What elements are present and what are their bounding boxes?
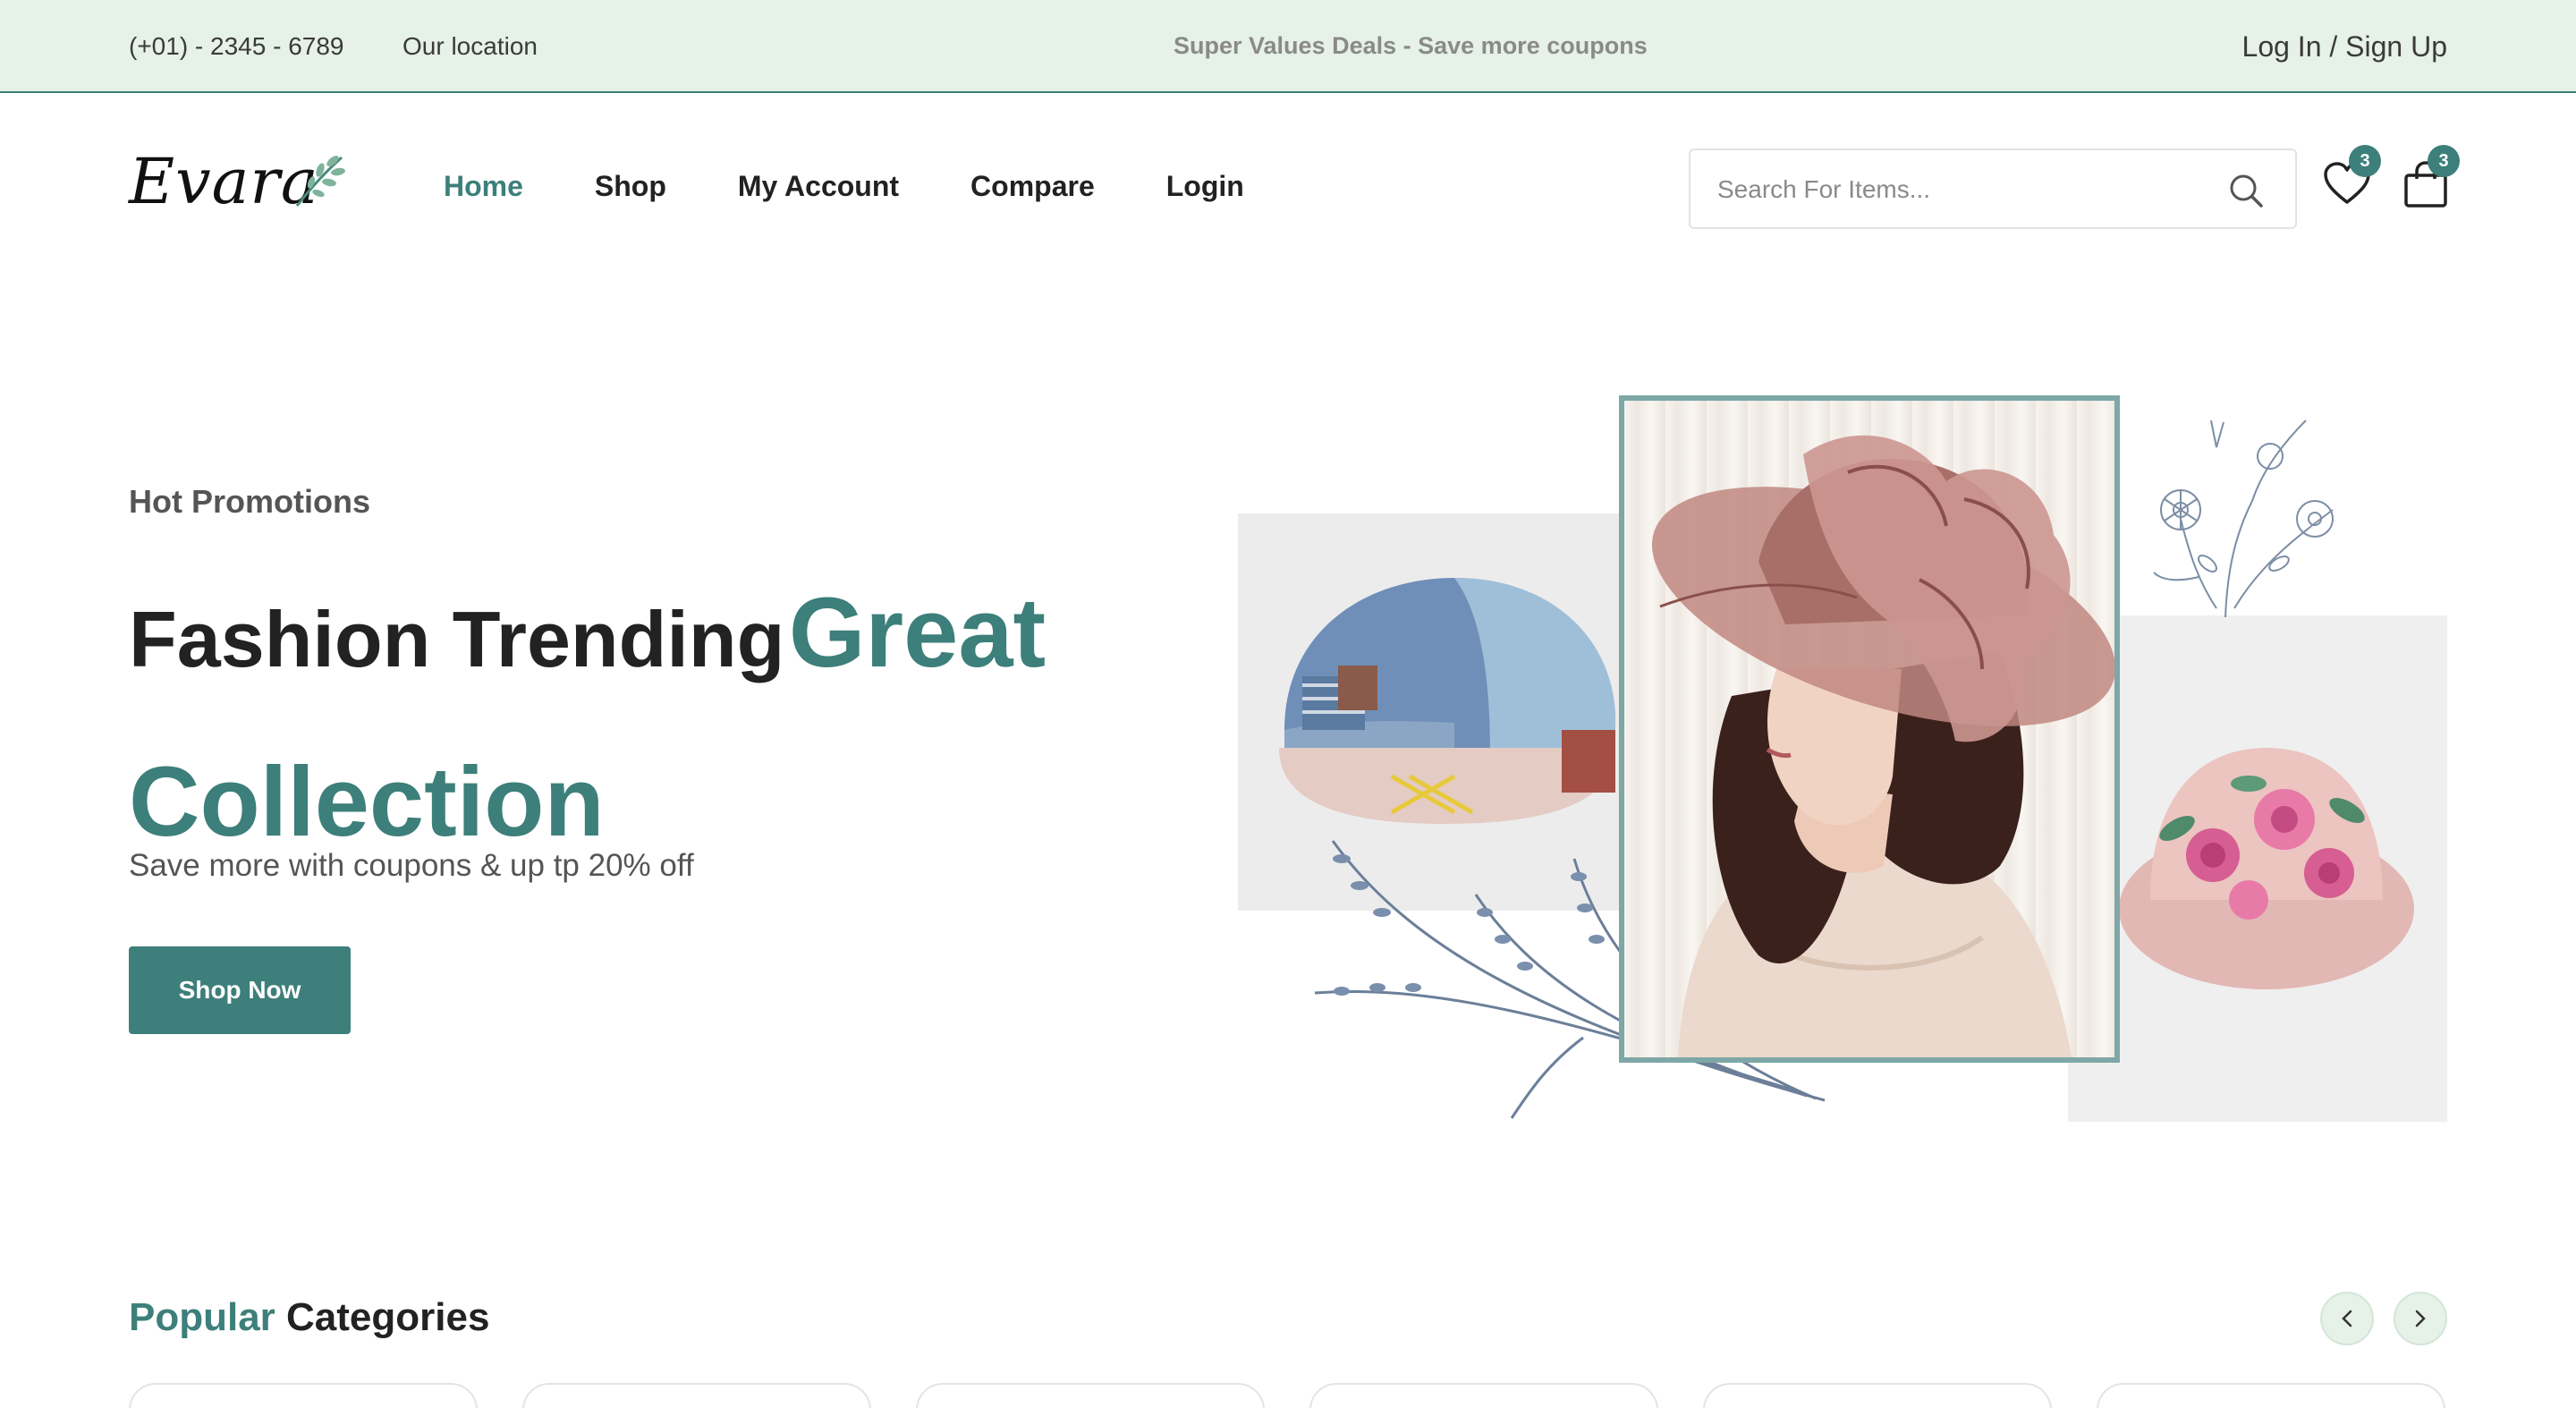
wishlist-button[interactable]: 3: [2322, 145, 2381, 209]
category-card[interactable]: [916, 1383, 1265, 1408]
wishlist-count-badge: 3: [2349, 145, 2381, 177]
nav-my-account[interactable]: My Account: [738, 170, 899, 203]
leaf-logo-icon: [295, 156, 345, 207]
categories-heading-accent: Popular: [129, 1295, 275, 1339]
main-nav: Home Shop My Account Compare Login: [444, 170, 1316, 203]
search-box: [1689, 148, 2297, 229]
woman-illustration: [1651, 435, 2114, 1057]
login-signup-link[interactable]: Log In / Sign Up: [2242, 30, 2447, 64]
nav-home[interactable]: Home: [444, 170, 523, 203]
chevron-left-icon: [2342, 1310, 2352, 1327]
our-location-link[interactable]: Our location: [402, 32, 538, 61]
hero-title-accent-2: Collection: [129, 747, 605, 857]
deals-banner: Super Values Deals - Save more coupons: [1174, 32, 1648, 59]
denim-cap-image: [1279, 578, 1615, 824]
category-card[interactable]: [129, 1383, 478, 1408]
cart-button[interactable]: 3: [2401, 145, 2460, 209]
cart-count-badge: 3: [2428, 145, 2460, 177]
categories-prev-button[interactable]: [2320, 1292, 2374, 1345]
category-cards-row: [129, 1383, 2447, 1408]
hero-subtitle: Save more with coupons & up tp 20% off: [129, 848, 694, 883]
category-card[interactable]: [2097, 1383, 2445, 1408]
categories-heading: Popular Categories: [129, 1295, 489, 1340]
woman-in-hat-photo: [1619, 395, 2120, 1063]
floral-hat-image: [2119, 748, 2414, 989]
nav-login[interactable]: Login: [1166, 170, 1244, 203]
category-card[interactable]: [522, 1383, 871, 1408]
category-card[interactable]: [1703, 1383, 2052, 1408]
hero-title-dark: Fashion Trending: [129, 595, 785, 683]
nav-shop[interactable]: Shop: [595, 170, 666, 203]
search-icon[interactable]: [2227, 172, 2265, 209]
hero-eyebrow: Hot Promotions: [129, 483, 370, 520]
flower-sketch-image: [2153, 420, 2334, 618]
categories-next-button[interactable]: [2394, 1292, 2447, 1345]
shop-now-button[interactable]: Shop Now: [129, 946, 351, 1034]
search-input[interactable]: [1717, 172, 2218, 208]
nav-compare[interactable]: Compare: [970, 170, 1095, 203]
top-bar: (+01) - 2345 - 6789 Our location Super V…: [0, 0, 2576, 93]
logo[interactable]: Evara: [129, 145, 345, 218]
hero-title-accent-1: Great: [788, 578, 1046, 688]
chevron-right-icon: [2415, 1310, 2426, 1327]
categories-heading-dark: Categories: [286, 1295, 490, 1339]
category-card[interactable]: [1309, 1383, 1658, 1408]
logo-text: Evara: [129, 145, 319, 218]
phone-number: (+01) - 2345 - 6789: [129, 32, 344, 60]
